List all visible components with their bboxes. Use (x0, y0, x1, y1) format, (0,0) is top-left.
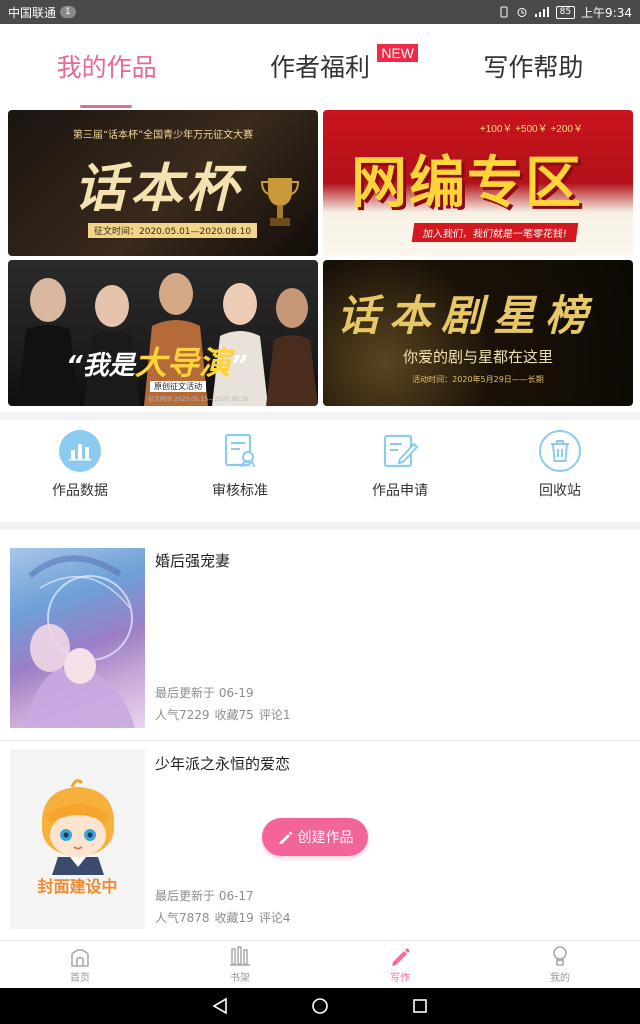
work-application-button[interactable]: 作品申请 (320, 420, 480, 522)
recents-button[interactable] (408, 994, 432, 1018)
works-list: 婚后强宠妻 最后更新于 06-19 人气7229 收藏75 评论1 封面建设中 … (0, 530, 640, 940)
banner-huaben-cup-date: 征文时间：2020.05.01—2020.08.10 (88, 223, 258, 238)
banner-big-director-title: “我是大导演” (66, 338, 248, 384)
banner-editor-zone-ribbon: 加入我们，我们就是一笔零花钱! (411, 223, 579, 242)
banner-drama-star-list[interactable]: 话本剧星榜 你爱的剧与星都在这里 活动时间：2020年5月29日——长期 (323, 260, 633, 406)
cover-placeholder-text: 封面建设中 (37, 877, 118, 896)
vibrate-icon (500, 6, 508, 18)
tab-writing-help[interactable]: 写作帮助 (427, 24, 640, 108)
back-button[interactable] (208, 994, 232, 1018)
status-bar: 中国联通 1 85 上午9:34 (0, 0, 640, 24)
home-circle-icon (312, 998, 328, 1014)
review-doc-icon (219, 430, 261, 472)
banner-big-director-date: 征文时间 2020.05.15—2020.06.30 (148, 396, 249, 403)
review-standards-button[interactable]: 审核标准 (160, 420, 320, 522)
review-standards-label: 审核标准 (212, 483, 268, 499)
pen-icon (278, 831, 292, 844)
carrier-group: 中国联通 1 (8, 4, 76, 21)
home-button[interactable] (308, 994, 332, 1018)
work-cover (10, 548, 145, 728)
system-nav-bar (0, 988, 640, 1024)
work-updated: 最后更新于 06-19 (155, 686, 254, 700)
signal-icon (534, 7, 549, 17)
mascot-placeholder (41, 779, 115, 875)
nav-bookshelf-label: 书架 (230, 973, 250, 984)
banner-editor-zone-title: 网编专区 (351, 151, 583, 216)
tab-author-benefits-label: 作者福利 (269, 53, 370, 82)
banner-big-director-sub: 原创征文活动 (150, 381, 206, 392)
work-data-button[interactable]: 作品数据 (0, 420, 160, 522)
banner-editor-zone-money: +100￥ +500￥ +200￥ (479, 124, 583, 135)
recycle-bin-label: 回收站 (539, 483, 581, 499)
recycle-bin-button[interactable]: 回收站 (480, 420, 640, 522)
function-row: 作品数据 审核标准 作品申请 回收站 (0, 420, 640, 522)
banner-big-director[interactable]: “我是大导演” 原创征文活动 征文时间 2020.05.15—2020.06.3… (8, 260, 318, 406)
banner-drama-star-sub: 你爱的剧与星都在这里 (402, 348, 553, 366)
nav-me-label: 我的 (550, 973, 570, 984)
app-root: 中国联通 1 85 上午9:34 我的作品 作者福利 NEW 写作帮助 第三届“… (0, 0, 640, 1024)
home-icon (71, 949, 89, 967)
status-time: 上午9:34 (581, 5, 632, 20)
work-application-label: 作品申请 (372, 483, 428, 499)
profile-icon (553, 946, 567, 966)
back-triangle-icon (212, 997, 227, 1015)
tab-writing-help-label: 写作帮助 (483, 53, 584, 82)
banner-drama-star-title: 话本剧星榜 (337, 291, 598, 340)
top-tabs: 我的作品 作者福利 NEW 写作帮助 (0, 24, 640, 108)
tab-my-works[interactable]: 我的作品 (0, 24, 213, 108)
edit-doc-icon (379, 430, 421, 472)
work-comments: 评论1 (258, 708, 291, 722)
create-work-button[interactable]: 创建作品 (262, 818, 368, 856)
work-cover: 封面建设中 (10, 749, 145, 929)
work-comments: 评论4 (258, 911, 291, 925)
banner-grid: 第三届“话本杯”全国青少年万元征文大赛 话本杯 征文时间：2020.05.01—… (0, 108, 640, 412)
battery-indicator: 85 (555, 5, 576, 19)
work-title: 少年派之永恒的爱恋 (155, 755, 291, 773)
nav-me[interactable]: 我的 (480, 941, 640, 988)
nav-home-label: 首页 (70, 973, 90, 984)
work-title: 婚后强宠妻 (155, 552, 231, 570)
nav-bookshelf[interactable]: 书架 (160, 941, 320, 988)
banner-editor-zone[interactable]: +100￥ +500￥ +200￥ 网编专区 加入我们，我们就是一笔零花钱! (323, 110, 633, 256)
work-favorites: 收藏75 (214, 708, 254, 722)
banner-big-director-highlight: 大导演 (134, 344, 231, 382)
recents-square-icon (413, 999, 427, 1013)
work-data-label: 作品数据 (52, 483, 108, 499)
notification-badge: 1 (60, 6, 76, 18)
work-stats: 人气7229 收藏75 评论1 (155, 706, 290, 723)
banner-huaben-cup-title: 话本杯 (74, 158, 243, 219)
trash-icon (539, 430, 581, 472)
banner-big-director-prefix: “我是 (66, 351, 135, 381)
work-stats: 人气7878 收藏19 评论4 (155, 909, 290, 926)
banner-big-director-suffix: ” (230, 351, 248, 381)
work-popularity: 人气7229 (155, 708, 210, 722)
carrier-name: 中国联通 (8, 5, 57, 20)
work-updated: 最后更新于 06-17 (155, 889, 254, 903)
bookshelf-icon (230, 946, 250, 966)
nav-write[interactable]: 写作 (320, 941, 480, 988)
create-work-label: 创建作品 (297, 830, 354, 846)
banner-huaben-cup-subtitle: 第三届“话本杯”全国青少年万元征文大赛 (72, 130, 254, 141)
trophy-icon (260, 178, 300, 226)
bottom-nav: 首页 书架 写作 我的 (0, 940, 640, 988)
status-right: 85 上午9:34 (498, 4, 632, 21)
pen-icon (392, 948, 410, 966)
work-favorites: 收藏19 (214, 911, 254, 925)
tab-my-works-label: 我的作品 (56, 53, 157, 82)
bar-chart-icon (59, 430, 101, 472)
list-item[interactable]: 婚后强宠妻 最后更新于 06-19 人气7229 收藏75 评论1 (0, 538, 640, 738)
banner-drama-star-date: 活动时间：2020年5月29日——长期 (412, 375, 544, 384)
tab-author-benefits[interactable]: 作者福利 NEW (213, 24, 426, 108)
new-badge: NEW (377, 44, 418, 62)
anime-cover-art (25, 555, 135, 728)
alarm-icon (517, 8, 527, 17)
nav-home[interactable]: 首页 (0, 941, 160, 988)
banner-huaben-cup[interactable]: 第三届“话本杯”全国青少年万元征文大赛 话本杯 征文时间：2020.05.01—… (8, 110, 318, 256)
nav-write-label: 写作 (390, 973, 410, 984)
work-popularity: 人气7878 (155, 911, 210, 925)
